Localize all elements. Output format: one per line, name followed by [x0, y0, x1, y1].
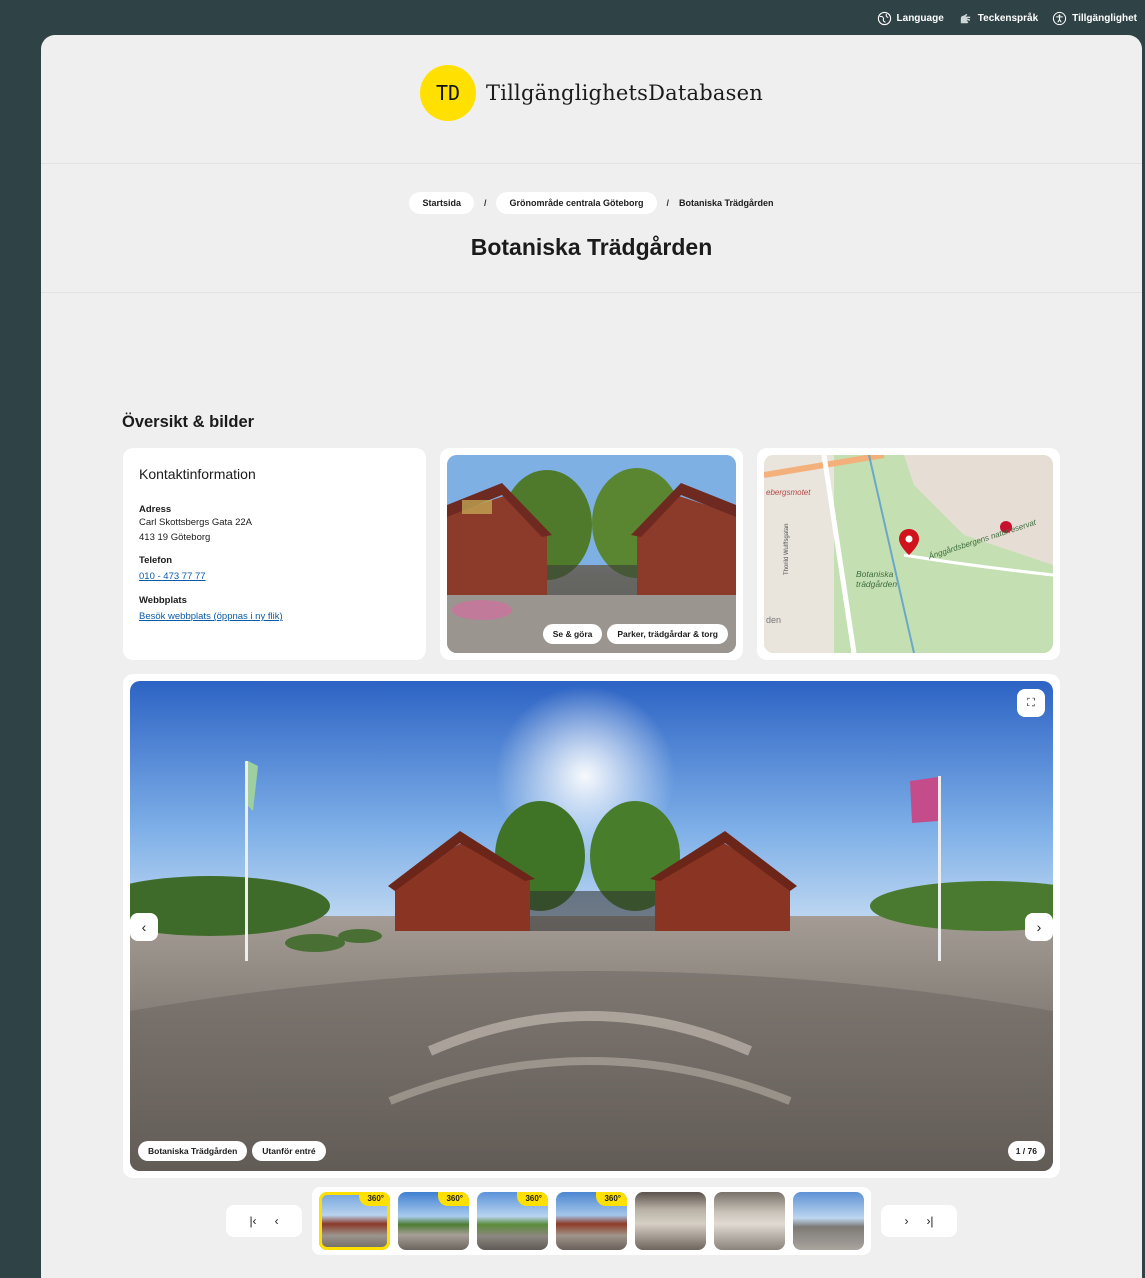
website-label: Webbplats	[139, 595, 187, 606]
logo-badge: TD	[420, 65, 477, 121]
fullscreen-button[interactable]: ⛶	[1017, 689, 1045, 717]
badge-360: 360°	[438, 1192, 469, 1206]
website-link[interactable]: Besök webbplats (öppnas i ny flik)	[139, 609, 283, 625]
page-hero: Startsida / Grönområde centrala Göteborg…	[41, 164, 1142, 293]
site-logo[interactable]: TD TillgänglighetsDatabasen	[420, 65, 763, 121]
photo-tag[interactable]: Se & göra	[542, 624, 603, 644]
map-label-ebergsmotet: ebergsmotet	[766, 488, 811, 497]
location-map[interactable]: ebergsmotet Botaniska trädgården Änggård…	[764, 455, 1053, 653]
language-button[interactable]: Language	[877, 11, 944, 26]
last-page-icon[interactable]: ›|	[926, 1214, 933, 1228]
badge-360: 360°	[596, 1192, 627, 1206]
first-page-icon[interactable]: |‹	[249, 1214, 256, 1228]
breadcrumb-current: Botaniska Trädgården	[679, 198, 774, 208]
breadcrumb: Startsida / Grönområde centrala Göteborg…	[41, 192, 1142, 214]
thumbnail[interactable]: 360°	[319, 1192, 390, 1250]
thumbnail-nav-back: |‹ ‹	[226, 1205, 302, 1237]
sign-language-label: Teckenspråk	[977, 12, 1039, 24]
accessibility-button[interactable]: Tillgänglighet	[1052, 11, 1137, 26]
map-pin-icon[interactable]	[899, 529, 919, 555]
thumbnail[interactable]	[714, 1192, 785, 1250]
page-container: TD TillgänglighetsDatabasen Startsida / …	[41, 35, 1142, 1278]
image-counter: 1 / 76	[1007, 1141, 1045, 1161]
phone-link[interactable]: 010 - 473 77 77	[139, 569, 206, 585]
sign-language-button[interactable]: Teckenspråk	[958, 11, 1038, 26]
thumbnail-nav-forward: › ›|	[881, 1205, 957, 1237]
thumbnail-strip: 360° 360° 360° 360°	[312, 1187, 871, 1255]
address-label: Adress	[139, 504, 172, 515]
previous-page-icon[interactable]: ‹	[275, 1214, 279, 1228]
breadcrumb-home[interactable]: Startsida	[409, 192, 474, 214]
section-title: Översikt & bilder	[122, 413, 255, 431]
breadcrumb-separator: /	[483, 198, 487, 208]
accessibility-icon	[1053, 11, 1067, 25]
fullscreen-icon: ⛶	[1027, 696, 1035, 709]
address-line-2: 413 19 Göteborg	[139, 532, 211, 543]
breadcrumb-parent[interactable]: Grönområde centrala Göteborg	[496, 192, 657, 214]
panorama-viewer[interactable]: ⛶ ‹ › Botaniska Trädgården Utanför entré…	[130, 681, 1053, 1171]
panorama-graphic	[130, 681, 1053, 1171]
map-label-street: Thorild Wulffsgatan	[784, 523, 790, 575]
language-label: Language	[896, 12, 944, 24]
page-title: Botaniska Trädgården	[470, 234, 713, 260]
breadcrumb-separator: /	[666, 198, 670, 208]
panorama-next-button[interactable]: ›	[1025, 913, 1053, 941]
thumbnail[interactable]: 360°	[398, 1192, 469, 1250]
thumbnail[interactable]: 360°	[556, 1192, 627, 1250]
map-label-botaniska: Botaniska trädgården	[856, 569, 898, 589]
thumbnail[interactable]	[635, 1192, 706, 1250]
logo-text: TillgänglighetsDatabasen	[486, 81, 763, 105]
map-card: ebergsmotet Botaniska trädgården Änggård…	[757, 448, 1060, 660]
panorama-card: ⛶ ‹ › Botaniska Trädgården Utanför entré…	[123, 674, 1060, 1178]
chevron-left-icon: ‹	[141, 919, 147, 935]
globe-icon	[877, 11, 891, 25]
panorama-tag[interactable]: Botaniska Trädgården	[138, 1141, 248, 1161]
chevron-right-icon: ›	[1036, 919, 1042, 935]
utility-bar: Language Teckenspråk Tillgänglighet	[0, 0, 1145, 36]
badge-360: 360°	[517, 1192, 548, 1206]
sign-language-icon	[960, 13, 970, 23]
panorama-tags: Botaniska Trädgården Utanför entré	[138, 1141, 326, 1161]
contact-card: Kontaktinformation Adress Carl Skottsber…	[123, 448, 426, 660]
contact-heading: Kontaktinformation	[139, 466, 256, 482]
photo-card: Se & göra Parker, trädgårdar & torg	[440, 448, 743, 660]
map-label-den: den	[766, 615, 782, 625]
panorama-prev-button[interactable]: ‹	[130, 913, 158, 941]
next-page-icon[interactable]: ›	[904, 1214, 908, 1228]
address-line-1: Carl Skottsbergs Gata 22A	[139, 517, 252, 528]
site-header: TD TillgänglighetsDatabasen	[41, 35, 1142, 164]
photo-tag[interactable]: Parker, trädgårdar & torg	[607, 624, 728, 644]
accessibility-label: Tillgänglighet	[1072, 12, 1137, 24]
thumbnail-navigation: |‹ ‹ 360° 360° 360° 360° › ›|	[41, 1187, 1142, 1255]
thumbnail[interactable]	[793, 1192, 864, 1250]
phone-label: Telefon	[139, 555, 173, 566]
entrance-photo[interactable]: Se & göra Parker, trädgårdar & torg	[447, 455, 736, 653]
panorama-tag[interactable]: Utanför entré	[252, 1141, 326, 1161]
photo-tags: Se & göra Parker, trädgårdar & torg	[542, 624, 728, 644]
badge-360: 360°	[359, 1192, 390, 1206]
thumbnail[interactable]: 360°	[477, 1192, 548, 1250]
